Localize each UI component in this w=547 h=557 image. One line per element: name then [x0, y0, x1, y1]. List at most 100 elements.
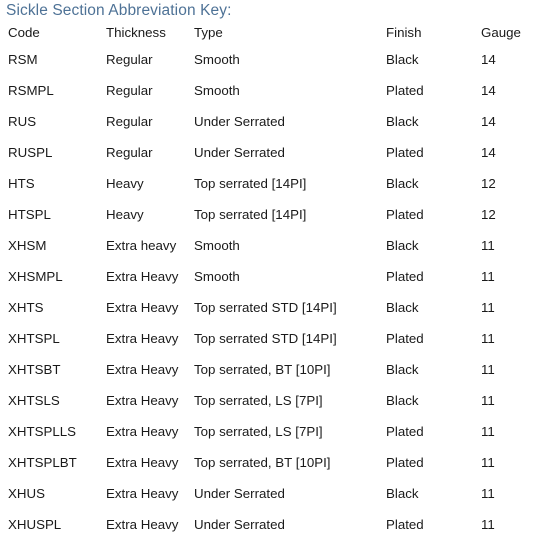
- cell-thickness: Heavy: [106, 207, 144, 222]
- cell-type: Top serrated STD [14PI]: [194, 300, 337, 315]
- cell-gauge: 14: [481, 52, 496, 67]
- table-row: HTS Heavy Top serrated [14PI] Black 12: [0, 175, 547, 206]
- cell-type: Top serrated, LS [7PI]: [194, 424, 323, 439]
- cell-code: RUSPL: [8, 145, 53, 160]
- cell-thickness: Regular: [106, 114, 153, 129]
- cell-finish: Black: [386, 176, 419, 191]
- cell-gauge: 14: [481, 83, 496, 98]
- table-row: XHTS Extra Heavy Top serrated STD [14PI] Bl…: [0, 299, 547, 330]
- table-header: Code Thickness Type Finish Gauge: [0, 24, 547, 51]
- cell-thickness: Extra Heavy: [106, 517, 179, 532]
- cell-code: XHTSPLLS: [8, 424, 76, 439]
- cell-type: Top serrated [14PI]: [194, 207, 307, 222]
- cell-finish: Black: [386, 300, 419, 315]
- cell-type: Smooth: [194, 238, 240, 253]
- cell-gauge: 11: [481, 300, 495, 315]
- cell-finish: Black: [386, 238, 419, 253]
- cell-code: XHTSLS: [8, 393, 60, 408]
- cell-gauge: 11: [481, 486, 495, 501]
- cell-thickness: Extra Heavy: [106, 393, 179, 408]
- table-header-row: Code Thickness Type Finish Gauge: [0, 24, 547, 51]
- table-row: RSMPL Regular Smooth Plated 14: [0, 82, 547, 113]
- cell-finish: Plated: [386, 269, 424, 284]
- cell-type: Top serrated [14PI]: [194, 176, 307, 191]
- cell-finish: Black: [386, 52, 419, 67]
- page-title: Sickle Section Abbreviation Key:: [6, 2, 232, 19]
- table-row: XHUS Extra Heavy Under Serrated Black 11: [0, 485, 547, 516]
- table-row: XHTSPL Extra Heavy Top serrated STD [14PI]…: [0, 330, 547, 361]
- table-row: HTSPL Heavy Top serrated [14PI] Plated 12: [0, 206, 547, 237]
- table-row: XHSMPL Extra Heavy Smooth Plated 11: [0, 268, 547, 299]
- cell-code: XHSMPL: [8, 269, 63, 284]
- cell-type: Smooth: [194, 52, 240, 67]
- cell-gauge: 11: [481, 424, 495, 439]
- cell-gauge: 11: [481, 331, 495, 346]
- cell-type: Smooth: [194, 269, 240, 284]
- cell-thickness: Heavy: [106, 176, 144, 191]
- cell-thickness: Regular: [106, 145, 153, 160]
- abbreviation-key-table: Code Thickness Type Finish Gauge RSM Regu…: [0, 24, 547, 547]
- cell-thickness: Extra Heavy: [106, 455, 179, 470]
- cell-finish: Black: [386, 362, 419, 377]
- table-row: XHTSLS Extra Heavy Top serrated, LS [7PI] B…: [0, 392, 547, 423]
- cell-finish: Plated: [386, 83, 424, 98]
- cell-type: Under Serrated: [194, 114, 285, 129]
- cell-code: XHUSPL: [8, 517, 62, 532]
- cell-gauge: 11: [481, 517, 495, 532]
- cell-finish: Black: [386, 486, 419, 501]
- cell-finish: Plated: [386, 207, 424, 222]
- cell-code: XHTSPLBT: [8, 455, 77, 470]
- cell-gauge: 11: [481, 393, 495, 408]
- cell-gauge: 11: [481, 362, 495, 377]
- table-row: RUSPL Regular Under Serrated Plated 14: [0, 144, 547, 175]
- column-header-thickness: Thickness: [106, 25, 166, 40]
- cell-code: HTSPL: [8, 207, 51, 222]
- cell-thickness: Extra Heavy: [106, 331, 179, 346]
- cell-gauge: 14: [481, 145, 496, 160]
- cell-gauge: 11: [481, 269, 495, 284]
- cell-type: Top serrated, BT [10PI]: [194, 362, 331, 377]
- cell-code: RSMPL: [8, 83, 54, 98]
- cell-type: Top serrated, LS [7PI]: [194, 393, 323, 408]
- table-row: RSM Regular Smooth Black 14: [0, 51, 547, 82]
- cell-thickness: Extra heavy: [106, 238, 177, 253]
- cell-finish: Plated: [386, 331, 424, 346]
- cell-thickness: Extra Heavy: [106, 300, 179, 315]
- column-header-gauge: Gauge: [481, 25, 521, 40]
- cell-type: Under Serrated: [194, 517, 285, 532]
- cell-code: XHSM: [8, 238, 47, 253]
- cell-code: RUS: [8, 114, 37, 129]
- cell-type: Under Serrated: [194, 145, 285, 160]
- table-row: XHTSBT Extra Heavy Top serrated, BT [10PI]…: [0, 361, 547, 392]
- cell-gauge: 11: [481, 455, 495, 470]
- cell-finish: Black: [386, 114, 419, 129]
- cell-thickness: Regular: [106, 52, 153, 67]
- cell-type: Top serrated, BT [10PI]: [194, 455, 331, 470]
- cell-code: XHUS: [8, 486, 45, 501]
- table-row: XHTSPLLS Extra Heavy Top serrated, LS [7PI…: [0, 423, 547, 454]
- cell-thickness: Regular: [106, 83, 153, 98]
- cell-gauge: 12: [481, 207, 496, 222]
- cell-code: RSM: [8, 52, 38, 67]
- cell-type: Top serrated STD [14PI]: [194, 331, 337, 346]
- table-row: XHUSPL Extra Heavy Under Serrated Plated 11: [0, 516, 547, 547]
- table-body: RSM Regular Smooth Black 14 RSMPL Regular Smoot…: [0, 51, 547, 547]
- cell-gauge: 11: [481, 238, 495, 253]
- cell-finish: Plated: [386, 424, 424, 439]
- table-row: RUS Regular Under Serrated Black 14: [0, 113, 547, 144]
- cell-code: HTS: [8, 176, 35, 191]
- cell-code: XHTSPL: [8, 331, 60, 346]
- cell-thickness: Extra Heavy: [106, 362, 179, 377]
- cell-thickness: Extra Heavy: [106, 486, 179, 501]
- cell-gauge: 12: [481, 176, 496, 191]
- cell-finish: Black: [386, 393, 419, 408]
- cell-thickness: Extra Heavy: [106, 424, 179, 439]
- column-header-finish: Finish: [386, 25, 422, 40]
- cell-gauge: 14: [481, 114, 496, 129]
- table-row: XHSM Extra heavy Smooth Black 11: [0, 237, 547, 268]
- cell-type: Smooth: [194, 83, 240, 98]
- cell-code: XHTS: [8, 300, 44, 315]
- cell-code: XHTSBT: [8, 362, 61, 377]
- cell-finish: Plated: [386, 517, 424, 532]
- cell-thickness: Extra Heavy: [106, 269, 179, 284]
